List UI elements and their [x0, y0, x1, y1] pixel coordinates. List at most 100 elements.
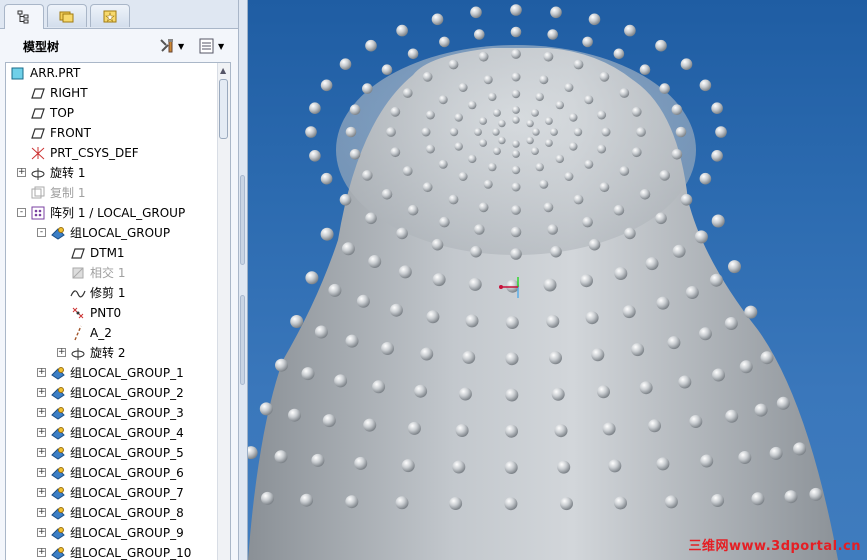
tree-item[interactable]: + 组LOCAL_GROUP_6 [6, 463, 216, 483]
tree-item[interactable]: + 组LOCAL_GROUP_4 [6, 423, 216, 443]
expand-icon[interactable]: + [57, 348, 66, 357]
bead [478, 202, 489, 213]
bead [274, 450, 288, 464]
tree-item[interactable]: PNT0 [6, 303, 216, 323]
tree-item[interactable]: - 组LOCAL_GROUP [6, 223, 216, 243]
model-canvas[interactable] [248, 0, 867, 560]
bead [354, 456, 368, 470]
tree-item[interactable]: TOP [6, 103, 216, 123]
bead [259, 402, 273, 416]
bead [362, 170, 373, 181]
tree-item[interactable]: + 组LOCAL_GROUP_1 [6, 363, 216, 383]
expand-icon[interactable]: + [17, 168, 26, 177]
expand-icon[interactable]: + [37, 428, 46, 437]
splitter-grip-top[interactable] [240, 175, 245, 265]
scroll-up-icon[interactable]: ▲ [220, 66, 226, 75]
group-icon [51, 467, 65, 480]
bead [407, 204, 419, 216]
tab-favorites[interactable] [90, 4, 130, 27]
bead [468, 277, 482, 291]
tab-folder-browser[interactable] [47, 4, 87, 27]
bead [365, 39, 377, 52]
splitter-grip-bottom[interactable] [240, 295, 245, 385]
expand-icon[interactable]: + [37, 528, 46, 537]
tree-item-label: 旋转 1 [50, 166, 86, 180]
bead [438, 159, 448, 169]
tree-settings-button[interactable]: ▼ [158, 36, 184, 56]
bead [711, 150, 723, 162]
expand-icon[interactable]: + [37, 468, 46, 477]
tree-item[interactable]: + 旋转 2 [6, 343, 216, 363]
tree-item[interactable]: - 阵列 1 / LOCAL_GROUP [6, 203, 216, 223]
collapse-icon[interactable]: - [17, 208, 26, 217]
tree-item[interactable]: 修剪 1 [6, 283, 216, 303]
bead [543, 202, 554, 213]
expand-icon[interactable]: + [37, 448, 46, 457]
bead [309, 102, 321, 114]
tree-item[interactable]: PRT_CSYS_DEF [6, 143, 216, 163]
datum-plane-icon [31, 128, 45, 139]
bead [356, 294, 370, 308]
scrollbar-thumb[interactable] [219, 79, 228, 139]
bead [631, 106, 642, 117]
tree-item-label: FRONT [50, 126, 91, 140]
expand-icon[interactable]: + [37, 488, 46, 497]
tree-show-button[interactable]: ▼ [198, 36, 224, 56]
bead [381, 342, 394, 355]
bead [345, 495, 359, 509]
bead [580, 274, 593, 288]
bead [555, 100, 564, 110]
tree-item[interactable]: DTM1 [6, 243, 216, 263]
folders-icon [59, 11, 74, 23]
bead [470, 6, 482, 19]
bead [659, 170, 670, 181]
bead [573, 127, 583, 137]
star-folder-icon [103, 10, 117, 23]
csys-icon [31, 147, 45, 160]
tree-item[interactable]: 复制 1 [6, 183, 216, 203]
tree-item[interactable]: + 组LOCAL_GROUP_3 [6, 403, 216, 423]
tree-item[interactable]: + 组LOCAL_GROUP_9 [6, 523, 216, 543]
bead [526, 136, 534, 145]
tree-structure-icon [17, 10, 29, 24]
bead [498, 119, 506, 128]
bead [602, 422, 616, 436]
tree-item[interactable]: + 组LOCAL_GROUP_10 [6, 543, 216, 560]
bead [557, 460, 571, 474]
tree-item[interactable]: 相交 1 [6, 263, 216, 283]
tab-model-tree[interactable] [4, 4, 44, 29]
tree-item[interactable]: + 组LOCAL_GROUP_2 [6, 383, 216, 403]
tree-item[interactable]: ARR.PRT [6, 63, 216, 83]
tree-item[interactable]: + 组LOCAL_GROUP_7 [6, 483, 216, 503]
bead [431, 238, 444, 251]
expand-icon[interactable]: + [37, 368, 46, 377]
tree-item[interactable]: FRONT [6, 123, 216, 143]
tree-item[interactable]: RIGHT [6, 83, 216, 103]
bead [431, 13, 444, 26]
panel-splitter[interactable] [239, 0, 248, 560]
bead [390, 147, 401, 158]
bead [539, 179, 549, 189]
bead [478, 51, 489, 62]
bead [345, 334, 359, 348]
expand-icon[interactable]: + [37, 388, 46, 397]
tree-item-label: 修剪 1 [90, 286, 126, 300]
tree-item[interactable]: A_2 [6, 323, 216, 343]
revolve-icon [71, 348, 85, 360]
bead [535, 162, 544, 172]
tree-scrollbar[interactable]: ▲ [217, 63, 230, 560]
revolve-icon [31, 168, 45, 180]
expand-icon[interactable]: + [37, 508, 46, 517]
expand-icon[interactable]: + [37, 548, 46, 557]
collapse-icon[interactable]: - [37, 228, 46, 237]
bead [363, 418, 377, 432]
bead [614, 267, 628, 280]
tree-item[interactable]: + 组LOCAL_GROUP_5 [6, 443, 216, 463]
bead [656, 296, 670, 310]
tree-item[interactable]: + 旋转 1 [6, 163, 216, 183]
tree-item[interactable]: + 组LOCAL_GROUP_8 [6, 503, 216, 523]
bead [512, 150, 520, 158]
graphics-viewport[interactable]: 三维网www.3dportal.cn [248, 0, 867, 560]
expand-icon[interactable]: + [37, 408, 46, 417]
bead [449, 497, 463, 510]
